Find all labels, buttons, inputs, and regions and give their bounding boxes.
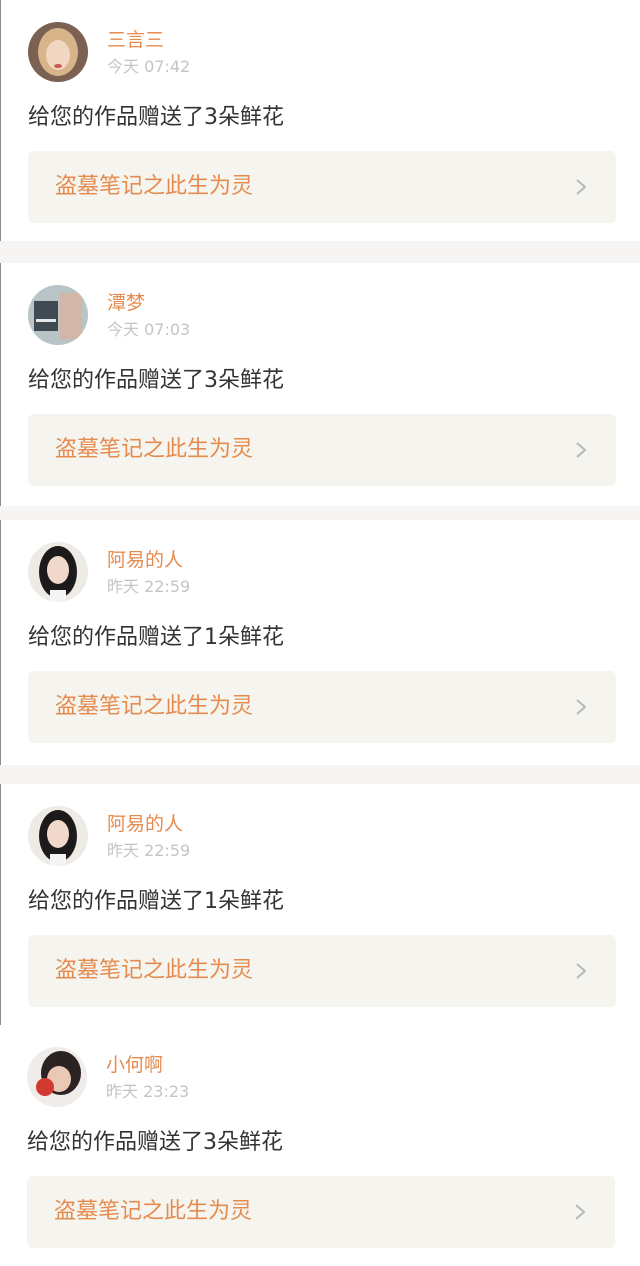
notification-card: 阿易的人 昨天 22:59 给您的作品赠送了1朵鲜花 盗墓笔记之此生为灵 (0, 520, 640, 765)
avatar[interactable] (27, 1047, 87, 1107)
work-title: 盗墓笔记之此生为灵 (55, 958, 254, 983)
user-name[interactable]: 小何啊 (106, 1053, 163, 1077)
user-name[interactable]: 阿易的人 (107, 812, 183, 836)
user-name[interactable]: 三言三 (107, 28, 164, 52)
chevron-right-icon (575, 1204, 586, 1220)
avatar[interactable] (28, 285, 88, 345)
user-name[interactable]: 潭梦 (107, 291, 145, 315)
work-title: 盗墓笔记之此生为灵 (55, 174, 254, 199)
avatar[interactable] (28, 542, 88, 602)
chevron-right-icon (576, 963, 587, 979)
timestamp: 今天 07:42 (107, 57, 191, 76)
gift-message: 给您的作品赠送了3朵鲜花 (28, 105, 284, 130)
work-title: 盗墓笔记之此生为灵 (55, 437, 254, 462)
gift-message: 给您的作品赠送了3朵鲜花 (28, 368, 284, 393)
work-link[interactable]: 盗墓笔记之此生为灵 (27, 1176, 615, 1248)
timestamp: 昨天 22:59 (107, 841, 191, 860)
gift-message: 给您的作品赠送了3朵鲜花 (27, 1130, 283, 1155)
user-name[interactable]: 阿易的人 (107, 548, 183, 572)
gift-message: 给您的作品赠送了1朵鲜花 (28, 889, 284, 914)
work-link[interactable]: 盗墓笔记之此生为灵 (28, 935, 616, 1007)
work-title: 盗墓笔记之此生为灵 (55, 694, 254, 719)
chevron-right-icon (576, 442, 587, 458)
gift-message: 给您的作品赠送了1朵鲜花 (28, 625, 284, 650)
work-title: 盗墓笔记之此生为灵 (54, 1199, 253, 1224)
timestamp: 昨天 22:59 (107, 577, 191, 596)
chevron-right-icon (576, 179, 587, 195)
notification-card: 阿易的人 昨天 22:59 给您的作品赠送了1朵鲜花 盗墓笔记之此生为灵 (0, 784, 640, 1029)
work-link[interactable]: 盗墓笔记之此生为灵 (28, 671, 616, 743)
work-link[interactable]: 盗墓笔记之此生为灵 (28, 414, 616, 486)
timestamp: 今天 07:03 (107, 320, 191, 339)
notification-card: 小何啊 昨天 23:23 给您的作品赠送了3朵鲜花 盗墓笔记之此生为灵 (0, 1025, 640, 1266)
chevron-right-icon (576, 699, 587, 715)
avatar[interactable] (28, 806, 88, 866)
work-link[interactable]: 盗墓笔记之此生为灵 (28, 151, 616, 223)
avatar[interactable] (28, 22, 88, 82)
notification-card: 三言三 今天 07:42 给您的作品赠送了3朵鲜花 盗墓笔记之此生为灵 (0, 0, 640, 241)
notification-card: 潭梦 今天 07:03 给您的作品赠送了3朵鲜花 盗墓笔记之此生为灵 (0, 263, 640, 506)
timestamp: 昨天 23:23 (106, 1082, 190, 1101)
